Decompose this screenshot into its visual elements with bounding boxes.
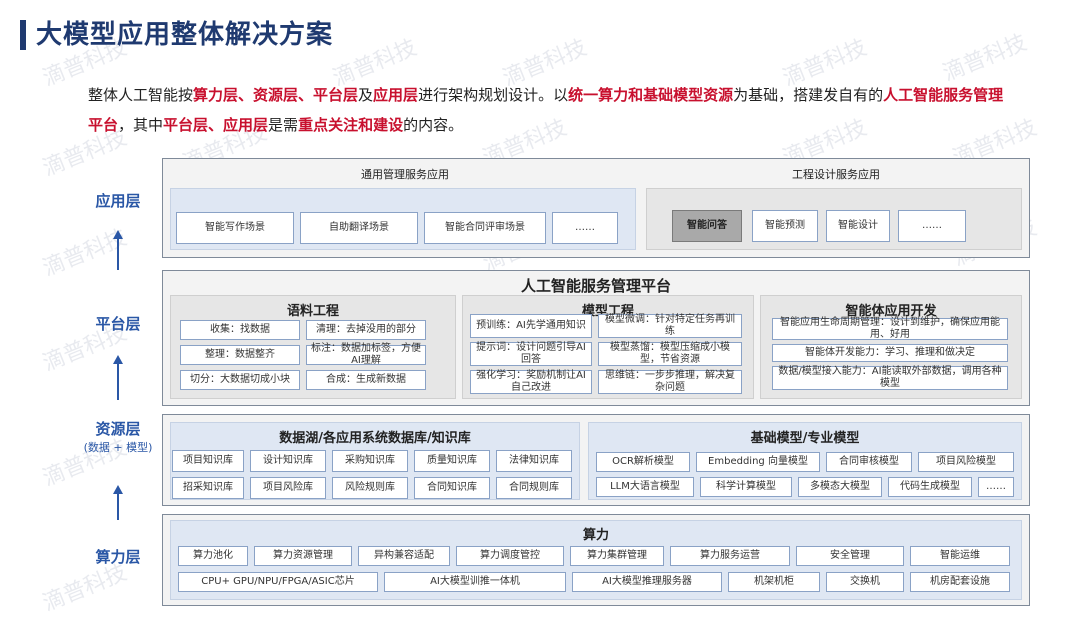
intro-highlight: 算力层、资源层、平台层 xyxy=(193,86,359,104)
page-title: 大模型应用整体解决方案 xyxy=(36,20,334,50)
intro-text: 是需 xyxy=(268,116,299,134)
compute-infra-item: 机架机柜 xyxy=(728,572,820,592)
agent-dev-item: 智能体开发能力：学习、推理和做决定 xyxy=(772,344,1008,362)
platform-title: 人工智能服务管理平台 xyxy=(520,277,671,295)
corpus-item: 合成：生成新数据 xyxy=(306,370,426,390)
layer-label-resource-text: 资源层 xyxy=(95,420,141,438)
knowledge-base-item: 质量知识库 xyxy=(414,450,490,472)
model-group-title: 基础模型/专业模型 xyxy=(750,431,860,446)
compute-infra-item: CPU+ GPU/NPU/FPGA/ASIC芯片 xyxy=(178,572,378,592)
knowledge-base-item: 设计知识库 xyxy=(250,450,326,472)
model-item: 科学计算模型 xyxy=(700,477,792,497)
up-arrow-icon xyxy=(113,230,123,270)
knowledge-base-item: 项目知识库 xyxy=(172,450,244,472)
model-eng-item: 预训练：AI先学通用知识 xyxy=(470,314,592,338)
general-app-item: 智能合同评审场景 xyxy=(424,212,546,244)
intro-highlight: 统一算力和基础模型资源 xyxy=(568,86,734,104)
corpus-title: 语料工程 xyxy=(286,304,339,319)
eng-app-item: 智能设计 xyxy=(826,210,890,242)
up-arrow-icon xyxy=(113,355,123,400)
knowledge-base-item: 合同规则库 xyxy=(496,477,572,499)
eng-app-item: 智能预测 xyxy=(752,210,818,242)
data-lake-title: 数据湖/各应用系统数据库/知识库 xyxy=(279,431,471,446)
model-eng-item: 思维链：一步步推理，解决复杂问题 xyxy=(598,370,742,394)
model-eng-item: 模型微调：针对特定任务再训练 xyxy=(598,314,742,338)
model-item: …… xyxy=(978,477,1014,497)
corpus-item: 收集：找数据 xyxy=(180,320,300,340)
corpus-item: 整理：数据整齐 xyxy=(180,345,300,365)
compute-infra-item: AI大模型训推一体机 xyxy=(384,572,566,592)
compute-title: 算力 xyxy=(582,528,609,543)
compute-item: 算力服务运营 xyxy=(670,546,790,566)
corpus-item: 清理：去掉没用的部分 xyxy=(306,320,426,340)
corpus-item: 切分：大数据切成小块 xyxy=(180,370,300,390)
general-app-title: 通用管理服务应用 xyxy=(361,168,449,181)
intro-text: 整体人工智能按 xyxy=(88,86,194,104)
intro-paragraph: 整体人工智能按算力层、资源层、平台层及应用层进行架构规划设计。以统一算力和基础模… xyxy=(88,80,1008,140)
knowledge-base-item: 招采知识库 xyxy=(172,477,244,499)
eng-app-title: 工程设计服务应用 xyxy=(792,168,880,181)
compute-infra-item: 机房配套设施 xyxy=(910,572,1010,592)
intro-text: 及 xyxy=(358,86,374,104)
compute-item: 算力集群管理 xyxy=(570,546,664,566)
layer-label-resource: 资源层 (数据 + 模型) xyxy=(78,418,158,455)
model-item: LLM大语言模型 xyxy=(596,477,694,497)
knowledge-base-item: 采购知识库 xyxy=(332,450,408,472)
up-arrow-icon xyxy=(113,485,123,520)
model-item: 项目风险模型 xyxy=(918,452,1014,472)
model-item: Embedding 向量模型 xyxy=(696,452,820,472)
agent-dev-item: 智能应用生命周期管理：设计到维护，确保应用能用、好用 xyxy=(772,317,1008,340)
compute-item: 算力资源管理 xyxy=(254,546,352,566)
intro-highlight: 重点关注和建设 xyxy=(298,116,404,134)
intro-text: 的内容。 xyxy=(403,116,464,134)
model-item: 多模态大模型 xyxy=(798,477,882,497)
knowledge-base-item: 风险规则库 xyxy=(332,477,408,499)
knowledge-base-item: 合同知识库 xyxy=(414,477,490,499)
agent-dev-item: 数据/模型接入能力：AI能读取外部数据，调用各种模型 xyxy=(772,366,1008,390)
title-accent-bar xyxy=(20,20,26,50)
compute-infra-item: AI大模型推理服务器 xyxy=(572,572,722,592)
model-eng-item: 强化学习：奖励机制让AI自己改进 xyxy=(470,370,592,394)
compute-item: 异构兼容适配 xyxy=(358,546,450,566)
intro-text: 为基础，搭建发自有的 xyxy=(733,86,884,104)
general-app-item: 智能写作场景 xyxy=(176,212,294,244)
layer-label-app: 应用层 xyxy=(95,192,141,210)
corpus-item: 标注：数据加标签，方便AI理解 xyxy=(306,343,426,366)
compute-item: 算力调度管控 xyxy=(456,546,564,566)
model-item: 代码生成模型 xyxy=(888,477,972,497)
eng-app-item: 智能问答 xyxy=(672,210,742,242)
layer-label-platform: 平台层 xyxy=(95,315,141,333)
general-app-item: …… xyxy=(552,212,618,244)
compute-item: 算力池化 xyxy=(178,546,248,566)
general-app-item: 自助翻译场景 xyxy=(300,212,418,244)
model-eng-item: 模型蒸馏：模型压缩成小模型，节省资源 xyxy=(598,342,742,366)
compute-item: 安全管理 xyxy=(796,546,904,566)
layer-label-resource-sub: (数据 + 模型) xyxy=(83,441,153,454)
model-eng-item: 提示词：设计问题引导AI回答 xyxy=(470,342,592,366)
model-item: 合同审核模型 xyxy=(826,452,912,472)
model-item: OCR解析模型 xyxy=(596,452,690,472)
eng-app-item: …… xyxy=(898,210,966,242)
knowledge-base-item: 法律知识库 xyxy=(496,450,572,472)
intro-text: ，其中 xyxy=(118,116,164,134)
intro-highlight: 平台层、应用层 xyxy=(163,116,269,134)
layer-label-compute: 算力层 xyxy=(95,548,141,566)
watermark-text: 滴普科技 xyxy=(939,30,1031,87)
compute-item: 智能运维 xyxy=(910,546,1010,566)
knowledge-base-item: 项目风险库 xyxy=(250,477,326,499)
compute-infra-item: 交换机 xyxy=(826,572,904,592)
intro-text: 进行架构规划设计。以 xyxy=(418,86,569,104)
intro-highlight: 应用层 xyxy=(373,86,419,104)
